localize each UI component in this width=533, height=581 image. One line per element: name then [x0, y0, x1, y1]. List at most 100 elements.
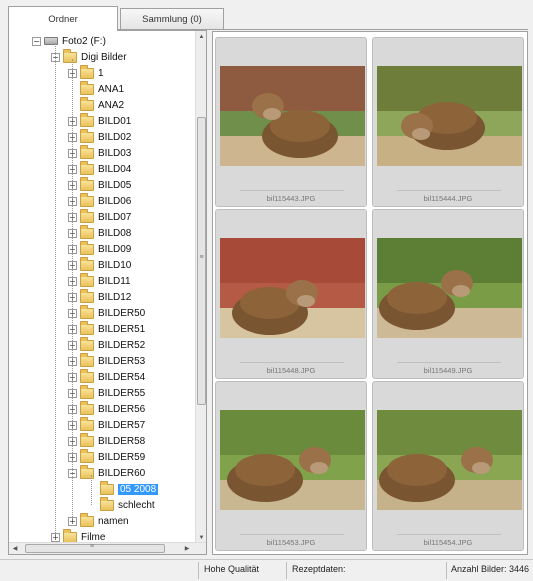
tree-connector: [91, 475, 92, 505]
tree-item-label: BILDER56: [98, 403, 146, 415]
status-bar: Hohe Qualität Rezeptdaten: Anzahl Bilder…: [0, 559, 533, 581]
tree-item-folder[interactable]: + BILDER56: [68, 400, 146, 417]
tree-item-folder[interactable]: + BILDER53: [68, 352, 146, 369]
thumbnail-grid[interactable]: bil115443.JPG bil115444.JPG bil115448.JPG b…: [212, 31, 528, 555]
tree-item-folder[interactable]: + BILDER55: [68, 384, 146, 401]
caption-divider: [240, 534, 344, 535]
caption-divider: [397, 534, 501, 535]
thumbnail-card[interactable]: bil115444.JPG: [372, 37, 524, 207]
tab-sammlung[interactable]: Sammlung (0): [120, 8, 224, 30]
tree-item-label: Digi Bilder: [81, 51, 127, 63]
folder-icon: [100, 496, 114, 511]
thumbnail-filename: bil115443.JPG: [266, 194, 316, 203]
status-separator: [198, 562, 199, 579]
tree-item-label: schlecht: [118, 499, 155, 511]
folder-icon: [80, 144, 94, 159]
folder-icon: [80, 240, 94, 255]
tree-item-folder[interactable]: + BILD01: [68, 112, 131, 129]
folder-icon: [63, 48, 77, 63]
tree-item-label: ANA2: [98, 99, 125, 111]
tree-item-label: BILDER55: [98, 387, 146, 399]
thumbnail-card[interactable]: bil115449.JPG: [372, 209, 524, 379]
tree-item-label: BILD05: [98, 179, 132, 191]
folder-icon: [80, 256, 94, 271]
tree-item-label: 1: [98, 67, 104, 79]
tree-item-schlecht[interactable]: schlecht: [100, 496, 155, 513]
tree-item-label: BILDER57: [98, 419, 146, 431]
tree-item-folder[interactable]: + BILD11: [68, 272, 131, 289]
thumbnail-filename: bil115448.JPG: [266, 366, 316, 375]
tree-item-folder[interactable]: + BILD05: [68, 176, 132, 193]
tree-item-folder[interactable]: + BILD10: [68, 256, 132, 273]
tree-item-folder[interactable]: + BILDER51: [68, 320, 145, 337]
thumbnail-card[interactable]: bil115454.JPG: [372, 381, 524, 551]
thumbnail-card[interactable]: bil115448.JPG: [215, 209, 367, 379]
tree-item-folder[interactable]: + BILDER54: [68, 368, 145, 385]
tree-item-label: ANA1: [98, 83, 125, 95]
tree-item-folder[interactable]: + BILD06: [68, 192, 131, 209]
tree-item-folder[interactable]: + BILDER50: [68, 304, 145, 321]
folder-icon: [80, 368, 94, 383]
camel-photo: [377, 238, 522, 338]
tree-vertical-scrollbar[interactable]: ▲ ≡ ▼: [195, 31, 206, 544]
tree-item-folder[interactable]: +1: [68, 64, 104, 81]
folder-icon: [80, 288, 94, 303]
caption-divider: [240, 362, 344, 363]
tree-item-folder[interactable]: + BILD12: [68, 288, 132, 305]
tab-bar: Ordner Sammlung (0): [8, 6, 528, 31]
collapse-icon[interactable]: −: [32, 36, 41, 46]
tree-item-folder[interactable]: + BILDER57: [68, 416, 146, 433]
status-quality: Hohe Qualität: [204, 564, 260, 574]
tree-item-folder[interactable]: + BILD08: [68, 224, 131, 241]
thumbnail-filename: bil115449.JPG: [423, 366, 473, 375]
camel-photo: [220, 410, 365, 510]
tree-item-digi-bilder[interactable]: − Digi Bilder: [51, 48, 127, 65]
tree-item-folder[interactable]: + BILD09: [68, 240, 132, 257]
tree-item-folder[interactable]: + BILD07: [68, 208, 132, 225]
tree-item-folder[interactable]: ANA2: [68, 96, 125, 113]
scroll-thumb[interactable]: ≡: [25, 543, 165, 553]
folder-icon: [80, 112, 94, 127]
tree-item-folder[interactable]: + BILD04: [68, 160, 131, 177]
tree-item-label: BILD07: [98, 211, 132, 223]
tree-item-label: BILD10: [98, 259, 132, 271]
tree-item-root[interactable]: − Foto2 (F:): [32, 33, 106, 49]
tree-item-folder[interactable]: − BILDER60: [68, 464, 145, 481]
tree-item-folder[interactable]: + BILDER58: [68, 432, 146, 449]
tree-item-folder[interactable]: + BILDER59: [68, 448, 145, 465]
tree-item-label: 05 2008: [118, 483, 159, 495]
tab-ordner[interactable]: Ordner: [8, 6, 118, 31]
folder-icon: [80, 64, 94, 79]
folder-tree[interactable]: − Foto2 (F:) − Digi Bilder +1 ANA1 ANA2 + BI…: [8, 30, 207, 555]
tree-item-folder[interactable]: + BILDER52: [68, 336, 145, 353]
thumbnail-card[interactable]: bil115443.JPG: [215, 37, 367, 207]
scroll-up-icon[interactable]: ▲: [197, 31, 206, 43]
tree-item-label: BILDER53: [98, 355, 146, 367]
camel-photo: [220, 238, 365, 338]
tree-item-folder[interactable]: ANA1: [68, 80, 125, 97]
grip-icon: ≡: [90, 543, 95, 550]
scroll-thumb[interactable]: ≡: [197, 117, 206, 405]
folder-icon: [80, 432, 94, 447]
thumbnail-card[interactable]: bil115453.JPG: [215, 381, 367, 551]
tree-item-label: BILDER58: [98, 435, 146, 447]
tree-connector: [72, 59, 73, 519]
tree-item-label: BILD12: [98, 291, 132, 303]
tree-item-folder[interactable]: + BILD03: [68, 144, 132, 161]
thumbnail-filename: bil115453.JPG: [266, 538, 316, 547]
tree-item-label: BILD09: [98, 243, 132, 255]
tree-item-05-2008[interactable]: 05 2008: [100, 480, 159, 497]
tree-item-label: Foto2 (F:): [62, 35, 106, 47]
grip-icon: ≡: [199, 254, 204, 261]
tree-horizontal-scrollbar[interactable]: ◀ ≡ ▶: [9, 542, 206, 554]
thumbnail-filename: bil115444.JPG: [423, 194, 473, 203]
tree-item-namen[interactable]: + namen: [68, 512, 129, 529]
camel-photo: [377, 66, 522, 166]
folder-icon: [80, 128, 94, 143]
tree-item-folder[interactable]: + BILD02: [68, 128, 131, 145]
scroll-left-icon[interactable]: ◀: [9, 543, 21, 554]
tree-item-label: BILD03: [98, 147, 132, 159]
tree-connector: [55, 43, 56, 535]
folder-icon: [80, 384, 94, 399]
scroll-right-icon[interactable]: ▶: [181, 543, 193, 554]
